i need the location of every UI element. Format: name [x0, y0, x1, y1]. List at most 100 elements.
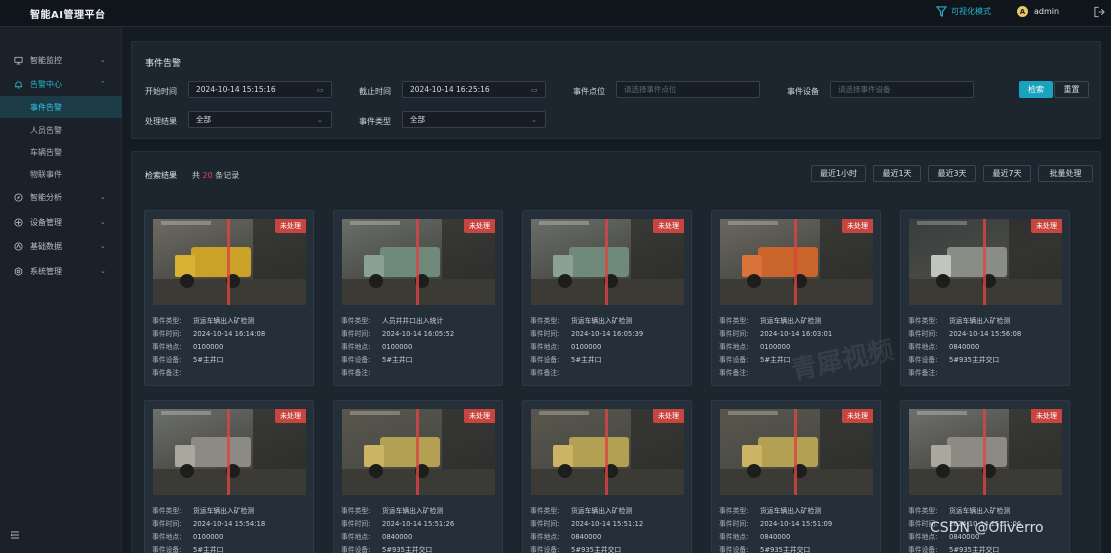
event-snapshot-image[interactable]: 未处理 — [342, 219, 495, 305]
viz-mode-label: 可视化模式 — [951, 7, 991, 16]
event-time-value: 2024-10-14 16:03:01 — [760, 330, 833, 338]
result-select[interactable]: 全部 ⌄ — [188, 111, 332, 128]
chevron-down-icon: ⌄ — [100, 218, 106, 226]
event-time-key: 事件时间: — [152, 520, 182, 528]
watermark-text: CSDN @Oliverro — [930, 520, 1044, 536]
event-time-value: 2024-10-14 16:05:39 — [571, 330, 644, 338]
event-type-value: 货运车辆出入矿检测 — [949, 507, 1011, 515]
status-badge: 未处理 — [1031, 219, 1062, 233]
event-device-value: 5#935主井交口 — [571, 546, 622, 553]
event-type-row: 事件类型: 货运车辆出入矿检测 — [341, 505, 443, 515]
event-snapshot-image[interactable]: 未处理 — [909, 219, 1062, 305]
event-time-row: 事件时间: 2024-10-14 15:54:18 — [152, 518, 265, 528]
end-time-label: 截止时间 — [359, 87, 391, 96]
event-type-value: 货运车辆出入矿检测 — [949, 317, 1011, 325]
sidebar-item-data[interactable]: 基础数据 ⌄ — [0, 235, 122, 257]
start-time-input[interactable]: 2024-10-14 15:15:16 ▭ — [188, 81, 332, 98]
event-note-row: 事件备注: — [530, 367, 571, 377]
event-card[interactable]: 未处理 事件类型: 人员井井口出入统计 事件时间: 2024-10-14 16:05:5… — [333, 210, 503, 386]
event-snapshot-image[interactable]: 未处理 — [909, 409, 1062, 495]
sidebar-item-monitor[interactable]: 智能监控 ⌄ — [0, 49, 122, 71]
user-menu[interactable]: A admin — [1017, 6, 1059, 17]
sidebar-item-event-alarm[interactable]: 事件告警 — [0, 96, 122, 118]
event-type-select[interactable]: 全部 ⌄ — [402, 111, 546, 128]
gear-icon — [14, 266, 23, 276]
event-time-key: 事件时间: — [530, 330, 560, 338]
event-type-row: 事件类型: 人员井井口出入统计 — [341, 315, 443, 325]
batch-process-button[interactable]: 批量处理 — [1038, 165, 1093, 182]
status-badge: 未处理 — [464, 219, 495, 233]
sidebar-item-device[interactable]: 设备管理 ⌄ — [0, 211, 122, 233]
count-number: 20 — [202, 171, 213, 180]
event-time-key: 事件时间: — [719, 520, 749, 528]
sidebar-item-label: 事件告警 — [30, 102, 62, 112]
event-type-key: 事件类型: — [530, 317, 560, 325]
event-type-value: 货运车辆出入矿检测 — [760, 317, 822, 325]
sidebar-item-label: 物联事件 — [30, 169, 62, 179]
event-snapshot-image[interactable]: 未处理 — [720, 409, 873, 495]
logout-icon[interactable] — [1094, 6, 1105, 18]
viz-mode-toggle[interactable]: 可视化模式 — [936, 6, 991, 17]
event-place-row: 事件地点: 0100000 — [152, 531, 223, 541]
event-snapshot-image[interactable]: 未处理 — [153, 409, 306, 495]
event-device-select[interactable]: 请选择事件设备 — [830, 81, 974, 98]
sidebar-item-person-alarm[interactable]: 人员告警 — [0, 119, 122, 141]
event-note-row: 事件备注: — [908, 367, 949, 377]
sidebar: 智能监控 ⌄ 告警中心 ⌃ 事件告警 人员告警 车辆告警 物联事件 智能分析 ⌄… — [0, 27, 122, 553]
event-time-row: 事件时间: 2024-10-14 15:51:09 — [719, 518, 832, 528]
event-place-row: 事件地点: 0840000 — [341, 531, 412, 541]
status-badge: 未处理 — [842, 409, 873, 423]
event-type-value: 全部 — [410, 115, 425, 124]
event-snapshot-image[interactable]: 未处理 — [342, 409, 495, 495]
event-device-key: 事件设备: — [530, 546, 560, 553]
sidebar-item-label: 人员告警 — [30, 125, 62, 135]
start-time-label: 开始时间 — [145, 87, 177, 96]
last-1-day-button[interactable]: 最近1天 — [873, 165, 921, 182]
reset-button[interactable]: 重置 — [1054, 81, 1089, 98]
event-snapshot-image[interactable]: 未处理 — [153, 219, 306, 305]
event-device-key: 事件设备: — [530, 356, 560, 364]
event-snapshot-image[interactable]: 未处理 — [531, 219, 684, 305]
event-place-value: 0100000 — [760, 343, 791, 351]
event-point-placeholder: 请选择事件点位 — [624, 85, 677, 94]
event-snapshot-image[interactable]: 未处理 — [531, 409, 684, 495]
calendar-icon: ▭ — [531, 86, 538, 94]
event-note-key: 事件备注: — [719, 369, 749, 377]
event-note-row: 事件备注: — [152, 367, 193, 377]
compass-icon — [14, 192, 23, 202]
event-device-value: 5#主井口 — [193, 546, 224, 553]
event-card[interactable]: 未处理 事件类型: 货运车辆出入矿检测 事件时间: 2024-10-14 15:54:1… — [144, 400, 314, 553]
event-time-value: 2024-10-14 15:56:08 — [949, 330, 1022, 338]
bell-icon — [14, 80, 23, 89]
user-name: admin — [1034, 7, 1060, 16]
event-card[interactable]: 未处理 事件类型: 货运车辆出入矿检测 事件时间: 2024-10-14 16:14:0… — [144, 210, 314, 386]
event-time-value: 2024-10-14 16:14:08 — [193, 330, 266, 338]
event-type-row: 事件类型: 货运车辆出入矿检测 — [719, 315, 821, 325]
last-3-days-button[interactable]: 最近3天 — [928, 165, 976, 182]
event-card[interactable]: 未处理 事件类型: 货运车辆出入矿检测 事件时间: 2024-10-14 15:51:0… — [711, 400, 881, 553]
event-card[interactable]: 未处理 事件类型: 货运车辆出入矿检测 事件时间: 2024-10-14 15:51:2… — [333, 400, 503, 553]
search-button[interactable]: 检索 — [1019, 81, 1053, 98]
event-card[interactable]: 未处理 事件类型: 货运车辆出入矿检测 事件时间: 2024-10-14 16:05:3… — [522, 210, 692, 386]
event-place-key: 事件地点: — [152, 343, 182, 351]
event-device-value: 5#主井口 — [193, 356, 224, 364]
event-place-row: 事件地点: 0840000 — [719, 531, 790, 541]
sidebar-item-system[interactable]: 系统管理 ⌄ — [0, 260, 122, 282]
menu-collapse-icon[interactable] — [10, 530, 20, 540]
event-snapshot-image[interactable]: 未处理 — [720, 219, 873, 305]
sidebar-item-alarm-center[interactable]: 告警中心 ⌃ — [0, 73, 122, 95]
last-7-days-button[interactable]: 最近7天 — [983, 165, 1031, 182]
end-time-input[interactable]: 2024-10-14 16:25:16 ▭ — [402, 81, 546, 98]
event-type-key: 事件类型: — [719, 507, 749, 515]
event-time-row: 事件时间: 2024-10-14 15:51:12 — [530, 518, 643, 528]
sidebar-item-analysis[interactable]: 智能分析 ⌄ — [0, 186, 122, 208]
event-card[interactable]: 未处理 事件类型: 货运车辆出入矿检测 事件时间: 2024-10-14 15:51:1… — [522, 400, 692, 553]
last-1-hour-button[interactable]: 最近1小时 — [811, 165, 866, 182]
sidebar-item-vehicle-alarm[interactable]: 车辆告警 — [0, 141, 122, 163]
event-time-key: 事件时间: — [908, 330, 938, 338]
event-device-row: 事件设备: 5#935主井交口 — [908, 354, 999, 364]
avatar: A — [1017, 6, 1028, 17]
event-card[interactable]: 未处理 事件类型: 货运车辆出入矿检测 事件时间: 2024-10-14 15:56:0… — [900, 210, 1070, 386]
event-point-select[interactable]: 请选择事件点位 — [616, 81, 760, 98]
sidebar-item-iot-event[interactable]: 物联事件 — [0, 163, 122, 185]
